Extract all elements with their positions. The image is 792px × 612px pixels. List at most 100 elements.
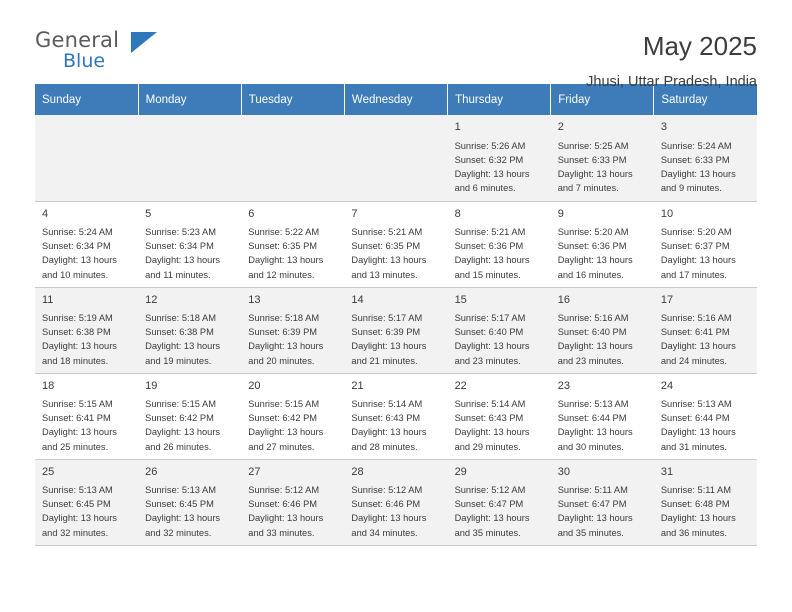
day-number: 31 bbox=[660, 465, 674, 478]
location-subtitle: Jhusi, Uttar Pradesh, India bbox=[586, 73, 757, 90]
day-cell[interactable]: 31 Sunrise: 5:11 AM Sunset: 6:48 PM Dayli… bbox=[653, 459, 757, 546]
day-number: 26 bbox=[145, 465, 158, 478]
day-cell[interactable]: 10 Sunrise: 5:20 AM Sunset: 6:37 PM Dayli… bbox=[653, 201, 757, 288]
title-block: May 2025 Jhusi, Uttar Pradesh, India bbox=[586, 30, 757, 90]
day-info: Sunrise: 5:11 AM Sunset: 6:48 PM Dayligh… bbox=[660, 485, 736, 538]
day-number: 15 bbox=[454, 293, 467, 306]
day-cell[interactable]: 27 Sunrise: 5:12 AM Sunset: 6:46 PM Dayli… bbox=[241, 459, 345, 546]
day-info: Sunrise: 5:11 AM Sunset: 6:47 PM Dayligh… bbox=[557, 485, 633, 538]
day-number: 7 bbox=[351, 207, 358, 220]
day-cell[interactable]: 26 Sunrise: 5:13 AM Sunset: 6:45 PM Dayli… bbox=[138, 459, 242, 546]
day-cell[interactable] bbox=[344, 115, 448, 202]
day-number: 28 bbox=[351, 465, 364, 478]
day-info: Sunrise: 5:20 AM Sunset: 6:37 PM Dayligh… bbox=[660, 227, 736, 280]
day-number: 9 bbox=[557, 207, 564, 220]
day-number: 29 bbox=[454, 465, 467, 478]
day-info: Sunrise: 5:12 AM Sunset: 6:47 PM Dayligh… bbox=[454, 485, 530, 538]
day-cell[interactable]: 7 Sunrise: 5:21 AM Sunset: 6:35 PM Daylig… bbox=[344, 201, 448, 288]
day-number: 4 bbox=[42, 207, 49, 220]
weekday-header-thursday: Thursday bbox=[447, 84, 552, 115]
day-cell[interactable]: 30 Sunrise: 5:11 AM Sunset: 6:47 PM Dayli… bbox=[550, 459, 654, 546]
day-number: 22 bbox=[454, 379, 467, 392]
day-cell[interactable]: 9 Sunrise: 5:20 AM Sunset: 6:36 PM Daylig… bbox=[550, 201, 654, 288]
day-info: Sunrise: 5:16 AM Sunset: 6:40 PM Dayligh… bbox=[557, 313, 633, 366]
day-cell[interactable]: 22 Sunrise: 5:14 AM Sunset: 6:43 PM Dayli… bbox=[447, 373, 551, 460]
day-info: Sunrise: 5:24 AM Sunset: 6:34 PM Dayligh… bbox=[42, 227, 117, 280]
day-number: 8 bbox=[454, 207, 461, 220]
calendar-week-row: 4 Sunrise: 5:24 AM Sunset: 6:34 PM Daylig… bbox=[35, 201, 757, 288]
day-number: 10 bbox=[660, 207, 674, 220]
day-number: 1 bbox=[454, 121, 461, 133]
day-cell[interactable]: 3 Sunrise: 5:24 AM Sunset: 6:33 PM Daylig… bbox=[653, 115, 757, 202]
day-number: 14 bbox=[351, 293, 364, 306]
day-info: Sunrise: 5:26 AM Sunset: 6:32 PM Dayligh… bbox=[454, 140, 530, 194]
page-header: General Blue May 2025 Jhusi, Uttar Prade… bbox=[35, 0, 757, 90]
day-number: 17 bbox=[660, 293, 674, 306]
day-number: 21 bbox=[351, 379, 364, 392]
day-info: Sunrise: 5:23 AM Sunset: 6:34 PM Dayligh… bbox=[145, 227, 221, 280]
day-cell[interactable]: 6 Sunrise: 5:22 AM Sunset: 6:35 PM Daylig… bbox=[241, 201, 345, 288]
weekday-header-sunday: Sunday bbox=[35, 84, 139, 115]
day-cell[interactable]: 5 Sunrise: 5:23 AM Sunset: 6:34 PM Daylig… bbox=[138, 201, 242, 288]
calendar-week-row: 25 Sunrise: 5:13 AM Sunset: 6:45 PM Dayli… bbox=[35, 459, 757, 546]
day-number: 25 bbox=[42, 465, 55, 478]
weekday-header-wednesday: Wednesday bbox=[344, 84, 449, 115]
weekday-header-monday: Monday bbox=[138, 84, 242, 115]
day-info: Sunrise: 5:14 AM Sunset: 6:43 PM Dayligh… bbox=[454, 399, 530, 452]
day-number: 19 bbox=[145, 379, 158, 392]
day-cell[interactable] bbox=[35, 115, 139, 202]
day-info: Sunrise: 5:20 AM Sunset: 6:36 PM Dayligh… bbox=[557, 227, 633, 280]
day-cell[interactable] bbox=[138, 115, 242, 202]
logo-text-general: General bbox=[35, 28, 120, 52]
day-cell[interactable]: 21 Sunrise: 5:14 AM Sunset: 6:43 PM Dayli… bbox=[344, 373, 448, 460]
weekday-header-tuesday: Tuesday bbox=[241, 84, 345, 115]
day-cell[interactable] bbox=[241, 115, 345, 202]
day-cell[interactable]: 11 Sunrise: 5:19 AM Sunset: 6:38 PM Dayli… bbox=[35, 287, 139, 374]
day-number: 3 bbox=[660, 121, 667, 133]
day-info: Sunrise: 5:18 AM Sunset: 6:38 PM Dayligh… bbox=[145, 313, 221, 366]
day-info: Sunrise: 5:15 AM Sunset: 6:42 PM Dayligh… bbox=[145, 399, 221, 452]
day-number: 6 bbox=[248, 207, 255, 220]
day-cell[interactable]: 19 Sunrise: 5:15 AM Sunset: 6:42 PM Dayli… bbox=[138, 373, 242, 460]
day-info: Sunrise: 5:15 AM Sunset: 6:41 PM Dayligh… bbox=[42, 399, 117, 452]
logo[interactable]: General Blue bbox=[35, 30, 165, 76]
day-cell[interactable]: 20 Sunrise: 5:15 AM Sunset: 6:42 PM Dayli… bbox=[241, 373, 345, 460]
day-info: Sunrise: 5:15 AM Sunset: 6:42 PM Dayligh… bbox=[248, 399, 324, 452]
day-cell[interactable]: 25 Sunrise: 5:13 AM Sunset: 6:45 PM Dayli… bbox=[35, 459, 139, 546]
logo-text-blue: Blue bbox=[63, 50, 106, 72]
day-info: Sunrise: 5:21 AM Sunset: 6:35 PM Dayligh… bbox=[351, 227, 427, 280]
day-cell[interactable]: 24 Sunrise: 5:13 AM Sunset: 6:44 PM Dayli… bbox=[653, 373, 757, 460]
day-info: Sunrise: 5:13 AM Sunset: 6:44 PM Dayligh… bbox=[557, 399, 633, 452]
day-cell[interactable]: 29 Sunrise: 5:12 AM Sunset: 6:47 PM Dayli… bbox=[447, 459, 551, 546]
day-info: Sunrise: 5:13 AM Sunset: 6:45 PM Dayligh… bbox=[42, 485, 117, 538]
day-cell[interactable]: 23 Sunrise: 5:13 AM Sunset: 6:44 PM Dayli… bbox=[550, 373, 654, 460]
day-cell[interactable]: 4 Sunrise: 5:24 AM Sunset: 6:34 PM Daylig… bbox=[35, 201, 139, 288]
day-info: Sunrise: 5:13 AM Sunset: 6:44 PM Dayligh… bbox=[660, 399, 736, 452]
calendar-week-row: 18 Sunrise: 5:15 AM Sunset: 6:41 PM Dayli… bbox=[35, 373, 757, 460]
day-info: Sunrise: 5:16 AM Sunset: 6:41 PM Dayligh… bbox=[660, 313, 736, 366]
day-cell[interactable]: 14 Sunrise: 5:17 AM Sunset: 6:39 PM Dayli… bbox=[344, 287, 448, 374]
day-number: 23 bbox=[557, 379, 570, 392]
day-info: Sunrise: 5:19 AM Sunset: 6:38 PM Dayligh… bbox=[42, 313, 117, 366]
day-number: 30 bbox=[557, 465, 570, 478]
day-info: Sunrise: 5:18 AM Sunset: 6:39 PM Dayligh… bbox=[248, 313, 324, 366]
day-cell[interactable]: 2 Sunrise: 5:25 AM Sunset: 6:33 PM Daylig… bbox=[550, 115, 654, 202]
day-cell[interactable]: 8 Sunrise: 5:21 AM Sunset: 6:36 PM Daylig… bbox=[447, 201, 551, 288]
day-info: Sunrise: 5:22 AM Sunset: 6:35 PM Dayligh… bbox=[248, 227, 324, 280]
day-number: 12 bbox=[145, 293, 158, 306]
day-cell[interactable]: 15 Sunrise: 5:17 AM Sunset: 6:40 PM Dayli… bbox=[447, 287, 551, 374]
day-cell[interactable]: 1 Sunrise: 5:26 AM Sunset: 6:32 PM Daylig… bbox=[447, 115, 551, 202]
day-number: 18 bbox=[42, 379, 55, 392]
day-cell[interactable]: 17 Sunrise: 5:16 AM Sunset: 6:41 PM Dayli… bbox=[653, 287, 757, 374]
day-number: 13 bbox=[248, 293, 261, 306]
day-cell[interactable]: 28 Sunrise: 5:12 AM Sunset: 6:46 PM Dayli… bbox=[344, 459, 448, 546]
day-cell[interactable]: 16 Sunrise: 5:16 AM Sunset: 6:40 PM Dayli… bbox=[550, 287, 654, 374]
day-number: 16 bbox=[557, 293, 570, 306]
day-number: 11 bbox=[42, 293, 54, 306]
day-number: 27 bbox=[248, 465, 261, 478]
calendar-table: Sunday Monday Tuesday Wednesday Thursday… bbox=[35, 84, 757, 546]
day-cell[interactable]: 12 Sunrise: 5:18 AM Sunset: 6:38 PM Dayli… bbox=[138, 287, 242, 374]
day-cell[interactable]: 13 Sunrise: 5:18 AM Sunset: 6:39 PM Dayli… bbox=[241, 287, 345, 374]
day-number: 2 bbox=[557, 121, 564, 133]
day-cell[interactable]: 18 Sunrise: 5:15 AM Sunset: 6:41 PM Dayli… bbox=[35, 373, 139, 460]
